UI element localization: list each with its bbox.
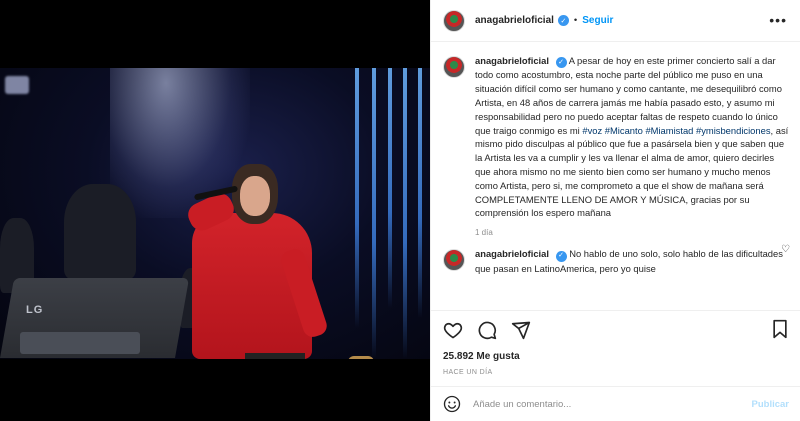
stage-light-bar	[372, 68, 376, 359]
caption: anagabrieloficial ✓ A pesar de hoy en es…	[443, 54, 789, 237]
stage-haze	[110, 68, 250, 218]
comment-input[interactable]	[473, 398, 733, 410]
caption-username[interactable]: anagabrieloficial	[475, 55, 549, 66]
comment-username[interactable]: anagabrieloficial	[475, 248, 549, 259]
concert-photo[interactable]: LG	[0, 68, 430, 359]
stage-spotlight	[5, 76, 29, 94]
post-media[interactable]: LG	[0, 0, 430, 421]
monitor-logo: LG	[26, 304, 44, 316]
post-header: anagabrieloficial ✓ • Seguir •••	[431, 0, 800, 42]
save-bookmark-icon[interactable]	[771, 319, 789, 339]
comment-bubble-icon[interactable]	[477, 320, 497, 340]
separator-dot: •	[573, 15, 578, 26]
comments-list[interactable]: anagabrieloficial ✓ A pesar de hoy en es…	[431, 42, 800, 310]
caption-text-part2: , así mismo pido disculpas al público qu…	[475, 124, 789, 219]
comment-text: anagabrieloficial ✓ No hablo de uno solo…	[475, 247, 789, 275]
hashtag-link[interactable]: #voz	[582, 125, 602, 136]
share-send-icon[interactable]	[511, 320, 531, 340]
stool	[245, 353, 305, 359]
comment-body: anagabrieloficial ✓ No hablo de uno solo…	[475, 247, 789, 275]
hashtag-link[interactable]: #Miamistad	[645, 125, 693, 136]
hashtag-link[interactable]: #ymisbendiciones	[696, 125, 771, 136]
monitor-screen	[20, 332, 140, 354]
avatar[interactable]	[443, 9, 465, 32]
follow-button[interactable]: Seguir	[582, 15, 613, 26]
comment-item: anagabrieloficial ✓ No hablo de uno solo…	[443, 247, 789, 275]
like-heart-icon[interactable]	[443, 320, 463, 340]
caption-text: anagabrieloficial ✓ A pesar de hoy en es…	[475, 54, 789, 220]
hashtag-link[interactable]: #Micanto	[605, 125, 643, 136]
verified-badge-icon: ✓	[555, 57, 567, 69]
publish-button[interactable]: Publicar	[752, 399, 790, 410]
emoji-icon[interactable]	[443, 395, 461, 413]
avatar[interactable]	[443, 56, 465, 78]
more-options-icon[interactable]: •••	[769, 12, 787, 28]
stage-light-bar	[388, 68, 392, 308]
stage-light-bar	[418, 68, 422, 318]
verified-badge-icon: ✓	[555, 250, 567, 262]
likes-count[interactable]: 25.892 Me gusta	[443, 351, 789, 362]
action-icons-row	[443, 319, 789, 341]
post-side-panel: anagabrieloficial ✓ • Seguir ••• anagabr…	[430, 0, 800, 421]
comment-like-heart-icon[interactable]: ♡	[781, 244, 790, 255]
post-actions: 25.892 Me gusta Hace un día	[431, 310, 800, 386]
avatar[interactable]	[443, 249, 465, 272]
drum-kit	[318, 356, 418, 359]
guitarist	[64, 184, 136, 279]
stage-light-bar	[403, 68, 407, 359]
instagram-post: LG anagabrieloficial ✓ • Seguir ••• anag…	[0, 0, 800, 421]
caption-age[interactable]: 1 día	[475, 228, 789, 237]
caption-body: anagabrieloficial ✓ A pesar de hoy en es…	[475, 54, 789, 237]
stage-light-bar	[355, 68, 359, 328]
caption-text-part1: A pesar de hoy en este primer concierto …	[475, 55, 782, 136]
header-username[interactable]: anagabrieloficial	[475, 15, 554, 26]
add-comment-bar: Publicar	[431, 386, 800, 421]
post-timestamp[interactable]: Hace un día	[443, 369, 789, 376]
verified-badge-icon: ✓	[557, 15, 569, 26]
singer-face	[240, 176, 270, 216]
